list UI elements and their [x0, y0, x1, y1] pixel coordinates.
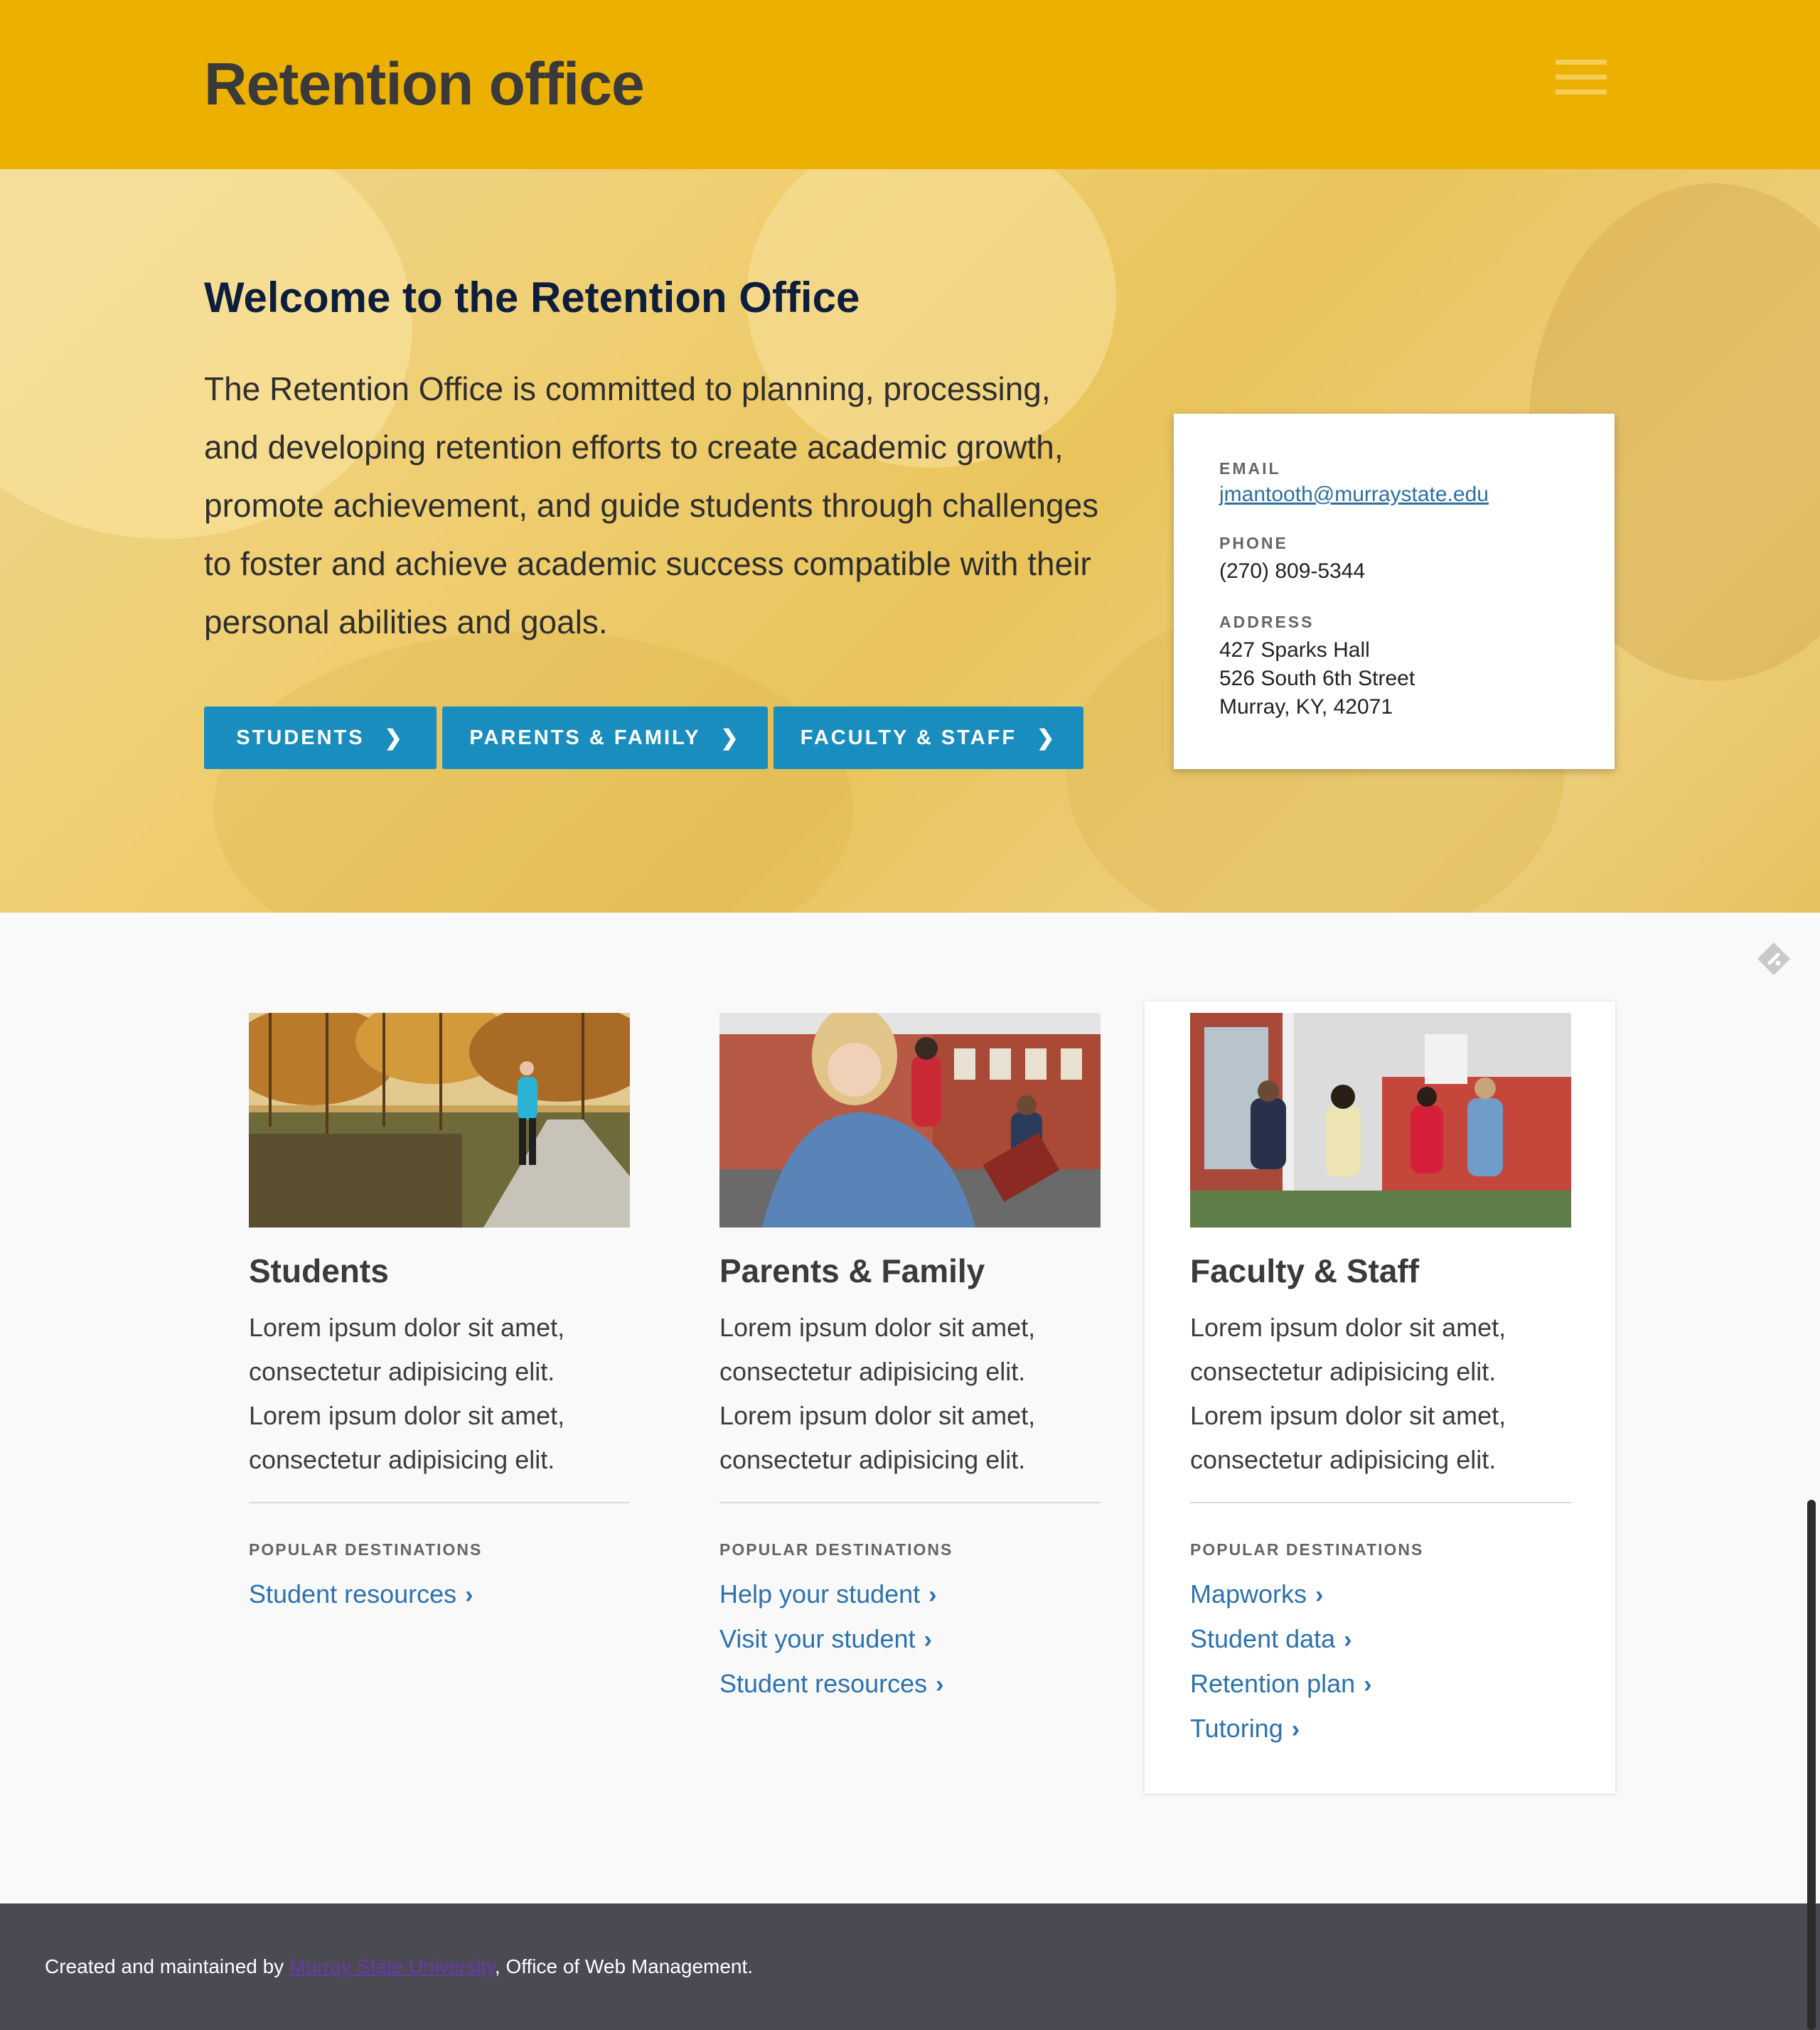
chevron-right-icon: ❯ [720, 726, 741, 750]
murray-state-link[interactable]: Murray State University [289, 1955, 495, 1977]
hero-description: The Retention Office is committed to pla… [204, 370, 1099, 640]
students-button-label: STUDENTS [236, 726, 365, 749]
hero-section: Welcome to the Retention Office The Rete… [0, 169, 1820, 913]
card-description: Lorem ipsum dolor sit amet, consectetur … [249, 1313, 565, 1474]
link-mapworks[interactable]: Mapworks › [1190, 1572, 1571, 1617]
card-title: Parents & Family [719, 1252, 985, 1289]
address-line: Murray, KY, 42071 [1219, 695, 1393, 719]
parents-family-button[interactable]: PARENTS & FAMILY ❯ [442, 707, 768, 769]
hero-title: Welcome to the Retention Office [204, 274, 860, 321]
chevron-right-icon: › [928, 1581, 937, 1609]
phone-value: (270) 809-5344 [1219, 559, 1366, 583]
footer-credits: Created and maintained by Murray State U… [45, 1955, 754, 1977]
faculty-staff-card: Faculty & Staff Lorem ipsum dolor sit am… [1145, 1001, 1615, 1793]
link-student-resources[interactable]: Student resources › [249, 1572, 630, 1617]
email-link[interactable]: jmantooth@murraystate.edu [1219, 483, 1489, 507]
popular-destinations-label: POPULAR DESTINATIONS [249, 1540, 483, 1559]
parents-family-card-image [719, 1013, 1101, 1228]
card-title: Students [249, 1252, 389, 1289]
divider [719, 1502, 1101, 1503]
chevron-right-icon: › [1344, 1626, 1352, 1653]
card-title: Faculty & Staff [1190, 1252, 1420, 1289]
divider [249, 1502, 630, 1503]
parents-family-button-label: PARENTS & FAMILY [469, 726, 701, 749]
students-button[interactable]: STUDENTS ❯ [204, 707, 437, 769]
popular-destinations-label: POPULAR DESTINATIONS [719, 1540, 953, 1559]
phone-label: PHONE [1219, 534, 1288, 552]
address-line: 427 Sparks Hall [1219, 638, 1370, 662]
chevron-right-icon: › [1315, 1581, 1324, 1609]
link-visit-your-student[interactable]: Visit your student › [719, 1617, 1101, 1662]
address-line: 526 South 6th Street [1219, 667, 1415, 690]
site-header: Retention office [0, 0, 1820, 169]
scrollbar-thumb[interactable] [1807, 1500, 1816, 2030]
chevron-right-icon: › [1364, 1671, 1372, 1698]
hamburger-menu-icon[interactable] [1556, 60, 1607, 95]
faculty-staff-button[interactable]: FACULTY & STAFF ❯ [774, 707, 1083, 769]
faculty-staff-button-label: FACULTY & STAFF [800, 726, 1017, 749]
popular-destinations-label: POPULAR DESTINATIONS [1190, 1540, 1424, 1559]
chevron-right-icon: › [465, 1581, 473, 1609]
link-help-your-student[interactable]: Help your student › [719, 1572, 1101, 1617]
chevron-right-icon: › [924, 1626, 932, 1653]
chevron-right-icon: › [1291, 1716, 1300, 1743]
address-label: ADDRESS [1219, 613, 1315, 631]
card-description: Lorem ipsum dolor sit amet, consectetur … [719, 1313, 1036, 1474]
chevron-right-icon: › [936, 1671, 944, 1698]
site-title[interactable]: Retention office [204, 50, 645, 119]
chevron-right-icon: ❯ [1037, 726, 1057, 750]
site-footer: Created and maintained by Murray State U… [0, 1903, 1820, 2030]
link-tutoring[interactable]: Tutoring › [1190, 1707, 1571, 1751]
faculty-staff-card-image [1190, 1013, 1571, 1228]
contact-card: EMAIL jmantooth@murraystate.edu PHONE (2… [1174, 414, 1615, 769]
link-retention-plan[interactable]: Retention plan › [1190, 1662, 1571, 1707]
card-description: Lorem ipsum dolor sit amet, consectetur … [1190, 1313, 1506, 1474]
link-student-resources[interactable]: Student resources › [719, 1662, 1101, 1707]
chevron-right-icon: ❯ [384, 726, 405, 750]
link-student-data[interactable]: Student data › [1190, 1617, 1571, 1662]
divider [1190, 1502, 1571, 1503]
parents-family-card: Parents & Family Lorem ipsum dolor sit a… [719, 1013, 1101, 1707]
students-card-image [249, 1013, 630, 1228]
tag-icon[interactable] [1755, 940, 1793, 978]
email-label: EMAIL [1219, 459, 1281, 478]
students-card: Students Lorem ipsum dolor sit amet, con… [249, 1013, 630, 1617]
